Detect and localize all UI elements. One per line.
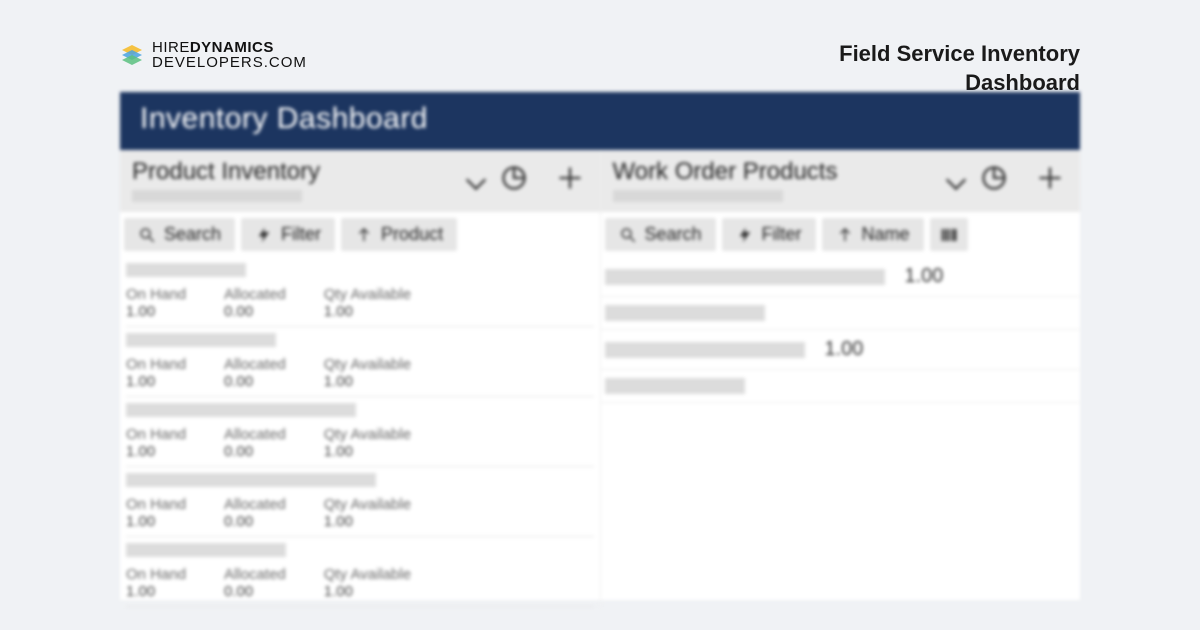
panel-title: Work Order Products xyxy=(613,158,838,186)
barcode-button[interactable] xyxy=(930,218,968,251)
inventory-row[interactable]: On Hand1.00 Allocated0.00 Qty Available1… xyxy=(126,257,594,327)
toolbar: Search Filter Name xyxy=(601,212,1081,257)
work-order-row[interactable]: 1.00 xyxy=(601,257,1081,297)
panel-subtitle-placeholder xyxy=(613,190,783,202)
top-bar: HIREDYNAMICS DEVELOPERS.COM Field Servic… xyxy=(120,40,1080,80)
filter-button[interactable]: Filter xyxy=(722,218,816,251)
panels: Product Inventory xyxy=(120,150,1080,607)
row-name-placeholder xyxy=(605,269,885,285)
inventory-list: On Hand1.00 Allocated0.00 Qty Available1… xyxy=(120,257,600,607)
row-name-placeholder xyxy=(126,263,246,277)
panel-subtitle-placeholder xyxy=(132,190,302,202)
arrow-up-icon xyxy=(355,226,373,244)
chevron-down-icon[interactable] xyxy=(942,170,970,198)
search-icon xyxy=(138,226,156,244)
work-order-row[interactable] xyxy=(601,297,1081,330)
row-qty: 1.00 xyxy=(905,265,985,288)
inventory-row[interactable]: On Hand1.00 Allocated0.00 Qty Available1… xyxy=(126,467,594,537)
sort-button[interactable]: Name xyxy=(822,218,924,251)
row-name-placeholder xyxy=(126,333,276,347)
panel-product-inventory: Product Inventory xyxy=(120,150,601,607)
search-button[interactable]: Search xyxy=(605,218,716,251)
arrow-up-icon xyxy=(836,226,854,244)
inventory-row[interactable]: On Hand1.00 Allocated0.00 Qty Available1… xyxy=(126,327,594,397)
work-order-list: 1.00 1.00 xyxy=(601,257,1081,403)
search-button[interactable]: Search xyxy=(124,218,235,251)
bolt-icon xyxy=(736,226,754,244)
add-icon[interactable] xyxy=(556,164,584,192)
work-order-row[interactable]: 1.00 xyxy=(601,330,1081,370)
page-title: Field Service Inventory Dashboard xyxy=(760,40,1080,97)
row-name-placeholder xyxy=(126,473,376,487)
bolt-icon xyxy=(255,226,273,244)
row-name-placeholder xyxy=(605,378,745,394)
sort-button[interactable]: Product xyxy=(341,218,457,251)
panel-work-order-products: Work Order Products xyxy=(601,150,1081,607)
work-order-row[interactable] xyxy=(601,370,1081,403)
inventory-row[interactable]: On Hand1.00 Allocated0.00 Qty Available1… xyxy=(126,537,594,607)
toolbar: Search Filter Product xyxy=(120,212,600,257)
search-icon xyxy=(619,226,637,244)
inventory-row[interactable]: On Hand1.00 Allocated0.00 Qty Available1… xyxy=(126,397,594,467)
barcode-icon xyxy=(940,226,958,244)
brand-logo: HIREDYNAMICS DEVELOPERS.COM xyxy=(120,40,307,70)
panel-header: Product Inventory xyxy=(120,150,600,212)
row-name-placeholder xyxy=(605,305,765,321)
add-icon[interactable] xyxy=(1036,164,1064,192)
brand-text: HIREDYNAMICS DEVELOPERS.COM xyxy=(152,40,307,70)
row-name-placeholder xyxy=(126,403,356,417)
card-root: HIREDYNAMICS DEVELOPERS.COM Field Servic… xyxy=(0,0,1200,630)
filter-button[interactable]: Filter xyxy=(241,218,335,251)
app-titlebar: Inventory Dashboard xyxy=(120,92,1080,150)
panel-header: Work Order Products xyxy=(601,150,1081,212)
row-name-placeholder xyxy=(126,543,286,557)
brand-mark-icon xyxy=(120,43,144,67)
chart-icon[interactable] xyxy=(500,164,528,192)
app-shell: Inventory Dashboard Product Inventory xyxy=(120,92,1080,600)
row-qty: 1.00 xyxy=(825,338,905,361)
panel-title: Product Inventory xyxy=(132,158,320,186)
row-name-placeholder xyxy=(605,342,805,358)
chevron-down-icon[interactable] xyxy=(462,170,490,198)
chart-icon[interactable] xyxy=(980,164,1008,192)
